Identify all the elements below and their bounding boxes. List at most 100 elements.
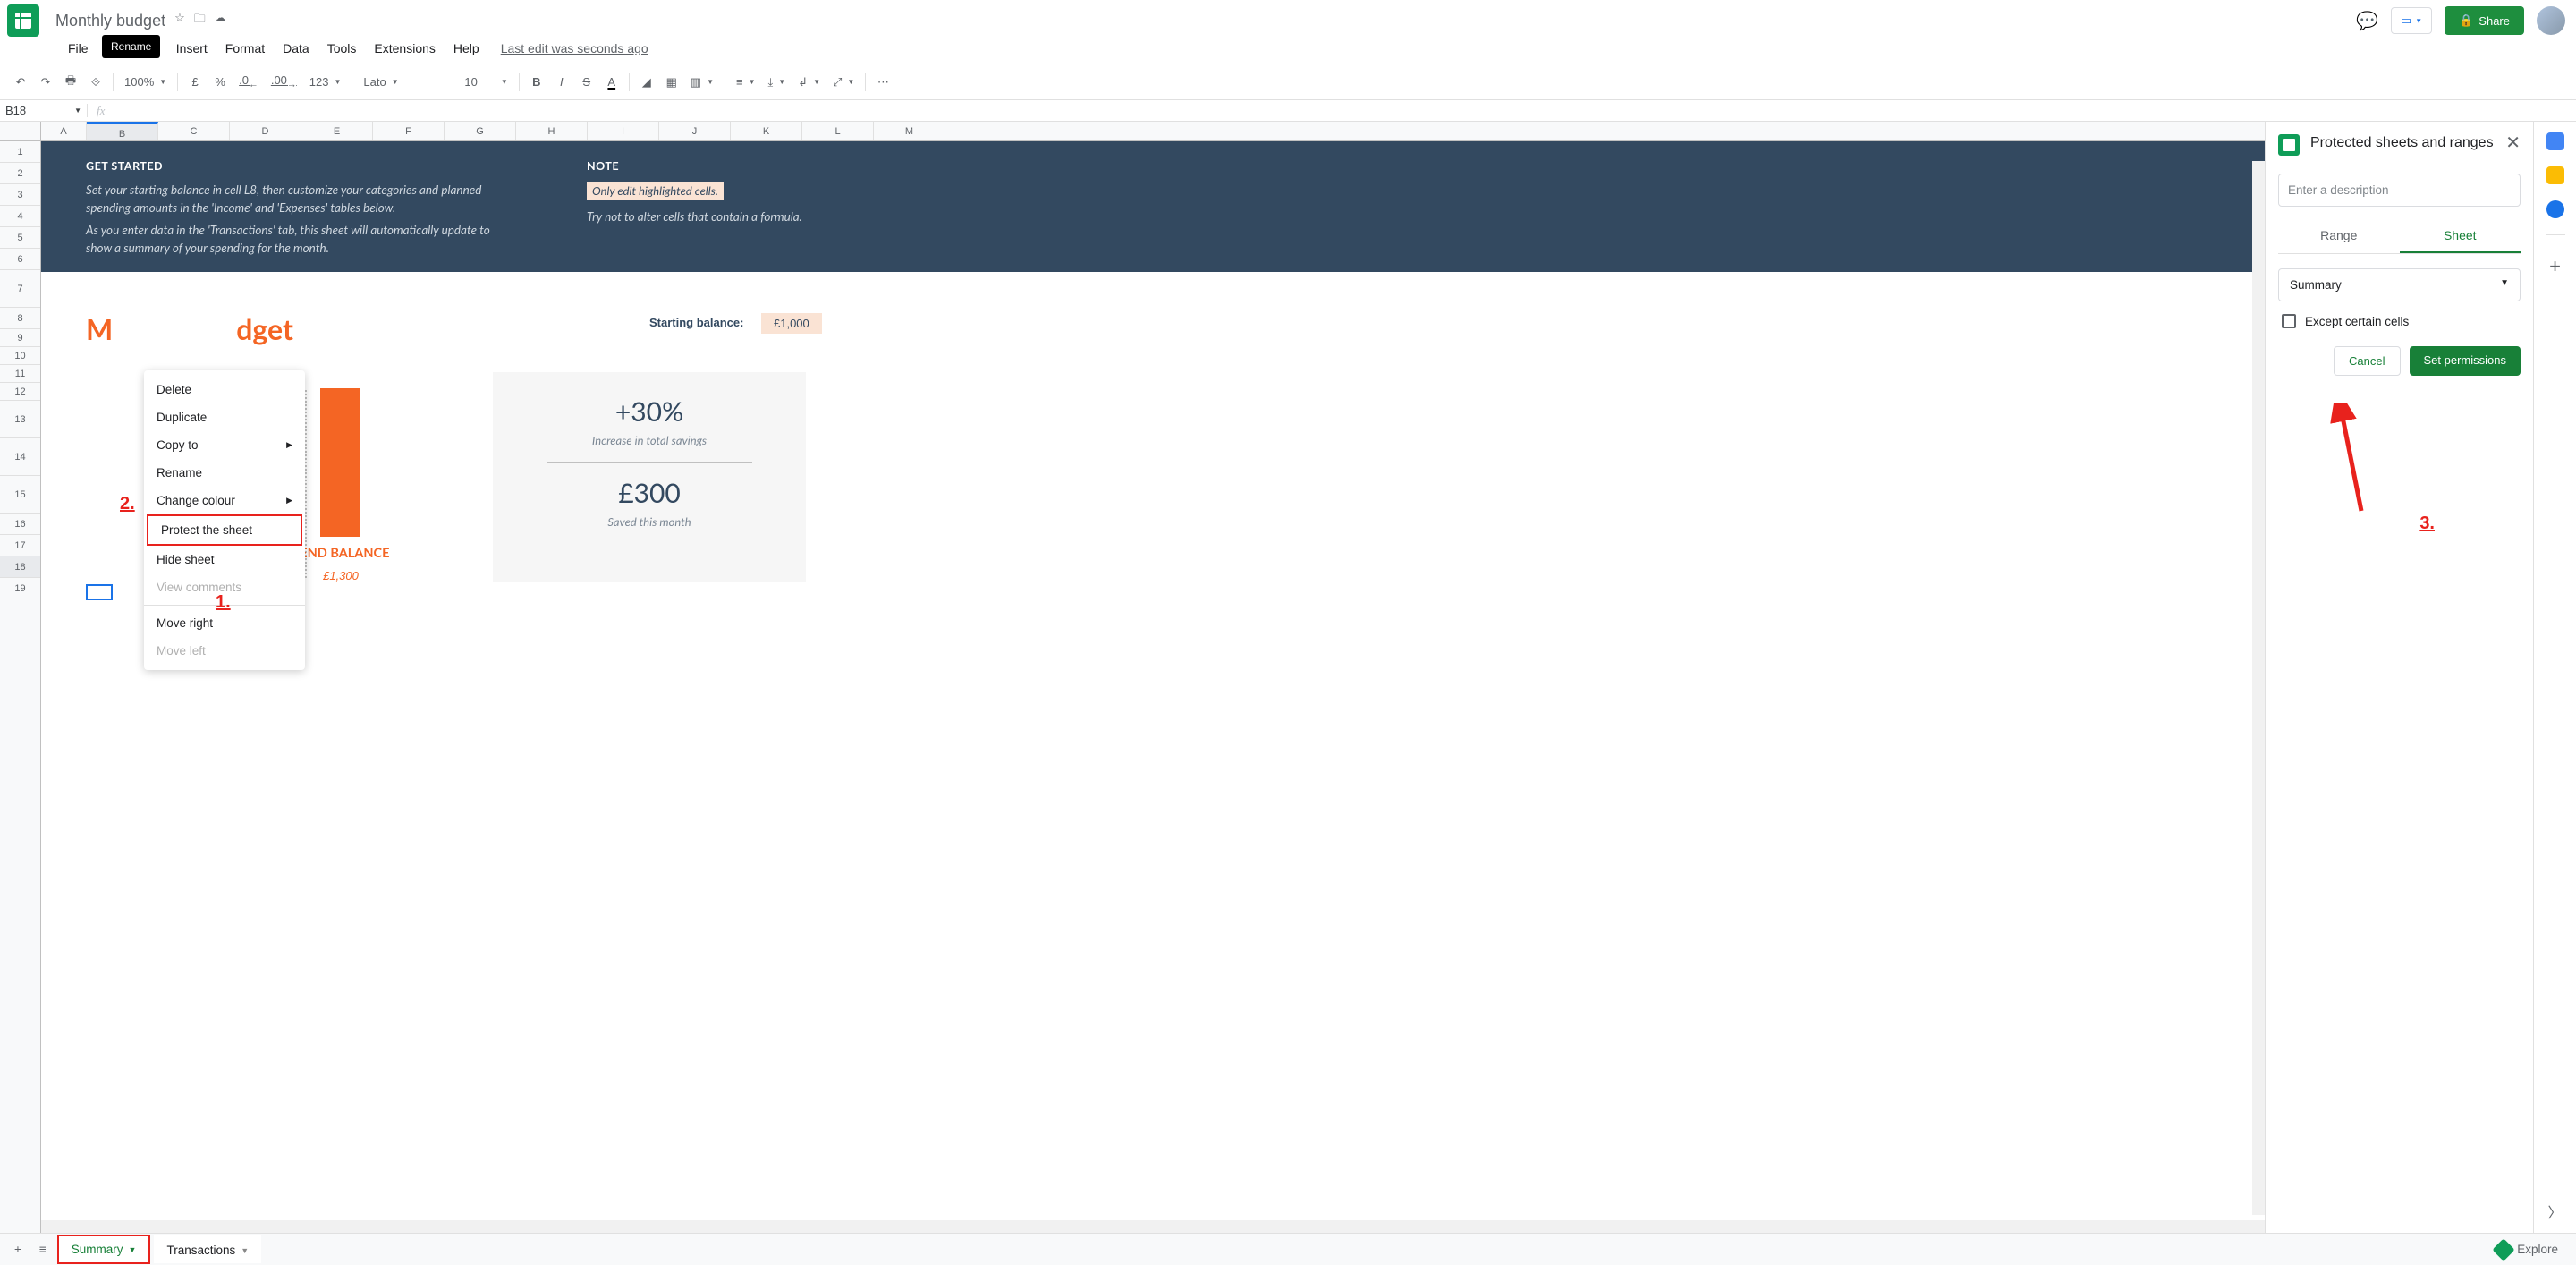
name-box[interactable]: B18▼ — [0, 104, 88, 117]
row-head[interactable]: 17 — [0, 535, 40, 556]
doc-title[interactable]: Monthly budget — [55, 12, 165, 30]
borders-icon[interactable]: ▦ — [660, 72, 683, 93]
undo-icon[interactable]: ↶ — [9, 72, 32, 93]
star-icon[interactable]: ☆ — [174, 11, 185, 30]
add-addon-icon[interactable]: + — [2549, 255, 2561, 278]
keep-icon[interactable] — [2546, 166, 2564, 184]
hide-panel-icon[interactable]: 〉 — [2547, 1201, 2562, 1222]
row-head[interactable]: 15 — [0, 476, 40, 514]
ctx-copy-to[interactable]: Copy to▶ — [144, 431, 305, 459]
row-head[interactable]: 12 — [0, 383, 40, 401]
row-head[interactable]: 16 — [0, 514, 40, 535]
move-icon[interactable]: 🗀 — [194, 11, 206, 30]
explore-button[interactable]: Explore — [2485, 1238, 2569, 1261]
row-head[interactable]: 3 — [0, 184, 40, 206]
col-head[interactable]: M — [874, 122, 945, 140]
menu-format[interactable]: Format — [218, 38, 272, 59]
menu-help[interactable]: Help — [446, 38, 487, 59]
col-head[interactable]: L — [802, 122, 874, 140]
italic-btn[interactable]: I — [550, 72, 573, 92]
row-head[interactable]: 5 — [0, 227, 40, 249]
menu-file[interactable]: File — [61, 38, 96, 59]
row-head[interactable]: 14 — [0, 438, 40, 476]
col-head[interactable]: K — [731, 122, 802, 140]
ctx-protect-sheet[interactable]: Protect the sheet — [147, 514, 302, 546]
cells-area[interactable]: GET STARTED Set your starting balance in… — [41, 141, 2265, 1233]
merge-select[interactable]: ▥▼ — [685, 73, 719, 91]
col-head[interactable]: E — [301, 122, 373, 140]
last-edit-text[interactable]: Last edit was seconds ago — [501, 41, 648, 55]
close-icon[interactable]: ✕ — [2505, 134, 2521, 152]
paint-format-icon[interactable]: ⟐ — [84, 72, 107, 93]
tab-range[interactable]: Range — [2278, 219, 2400, 253]
text-color-btn[interactable]: A — [600, 72, 623, 92]
sheet-select[interactable]: Summary ▼ — [2278, 268, 2521, 301]
row-head[interactable]: 7 — [0, 270, 40, 308]
select-all-corner[interactable] — [0, 122, 41, 140]
increase-decimal-btn[interactable]: .00→ — [266, 70, 302, 94]
col-head[interactable]: A — [41, 122, 87, 140]
all-sheets-icon[interactable]: ≡ — [32, 1239, 54, 1260]
col-head[interactable]: C — [158, 122, 230, 140]
font-size-select[interactable]: 10▼ — [459, 73, 513, 90]
col-head[interactable]: G — [445, 122, 516, 140]
row-head[interactable]: 19 — [0, 578, 40, 599]
decrease-decimal-btn[interactable]: .0← — [233, 70, 264, 94]
col-head[interactable]: J — [659, 122, 731, 140]
row-head[interactable]: 9 — [0, 329, 40, 347]
ctx-move-right[interactable]: Move right — [144, 609, 305, 637]
scrollbar-horizontal[interactable] — [41, 1220, 2265, 1233]
row-head[interactable]: 1 — [0, 141, 40, 163]
selected-cell[interactable] — [86, 584, 113, 600]
number-format-select[interactable]: 123▼ — [304, 73, 347, 90]
add-sheet-icon[interactable]: + — [7, 1239, 29, 1260]
rotate-select[interactable]: ⤢▼ — [827, 73, 860, 91]
user-avatar[interactable] — [2537, 6, 2565, 35]
row-head[interactable]: 13 — [0, 401, 40, 438]
bold-btn[interactable]: B — [525, 72, 548, 92]
col-head[interactable]: F — [373, 122, 445, 140]
row-head[interactable]: 11 — [0, 365, 40, 383]
row-head[interactable]: 4 — [0, 206, 40, 227]
more-tools-icon[interactable]: ⋯ — [871, 72, 894, 93]
col-head[interactable]: I — [588, 122, 659, 140]
sheet-tab-summary[interactable]: Summary ▼ — [57, 1235, 151, 1264]
fill-color-icon[interactable]: ◢ — [635, 72, 658, 93]
except-cells-checkbox[interactable]: Except certain cells — [2282, 314, 2517, 328]
col-head[interactable]: D — [230, 122, 301, 140]
ctx-delete[interactable]: Delete — [144, 376, 305, 403]
starting-balance-value[interactable]: £1,000 — [761, 313, 822, 334]
wrap-select[interactable]: ↲▼ — [792, 73, 826, 91]
col-head[interactable]: H — [516, 122, 588, 140]
col-head[interactable]: B — [87, 122, 158, 140]
spreadsheet[interactable]: A B C D E F G H I J K L M 1 2 3 4 5 6 7 … — [0, 122, 2265, 1233]
scrollbar-vertical[interactable] — [2252, 161, 2265, 1215]
comment-history-icon[interactable]: 💬 — [2356, 10, 2378, 32]
zoom-select[interactable]: 100%▼ — [119, 73, 172, 90]
menu-data[interactable]: Data — [275, 38, 317, 59]
v-align-select[interactable]: ⤓▼ — [763, 73, 792, 91]
sheets-logo[interactable] — [7, 4, 39, 37]
currency-btn[interactable]: £ — [183, 72, 207, 92]
font-select[interactable]: Lato▼ — [358, 73, 447, 90]
ctx-change-colour[interactable]: Change colour▶ — [144, 487, 305, 514]
set-permissions-button[interactable]: Set permissions — [2410, 346, 2521, 376]
print-icon[interactable]: 🖶 — [59, 69, 82, 96]
menu-tools[interactable]: Tools — [320, 38, 364, 59]
row-head[interactable]: 8 — [0, 308, 40, 329]
h-align-select[interactable]: ≡▼ — [731, 73, 761, 90]
menu-extensions[interactable]: Extensions — [367, 38, 442, 59]
redo-icon[interactable]: ↷ — [34, 72, 57, 93]
tab-sheet[interactable]: Sheet — [2400, 219, 2521, 253]
cloud-icon[interactable]: ☁ — [215, 11, 226, 30]
percent-btn[interactable]: % — [208, 72, 232, 92]
row-head[interactable]: 18 — [0, 556, 40, 578]
ctx-hide-sheet[interactable]: Hide sheet — [144, 546, 305, 573]
present-button[interactable]: ▭ ▼ — [2391, 7, 2432, 34]
tasks-icon[interactable] — [2546, 200, 2564, 218]
row-head[interactable]: 10 — [0, 347, 40, 365]
sheet-tab-transactions[interactable]: Transactions ▼ — [154, 1235, 261, 1263]
share-button[interactable]: 🔒 Share — [2445, 6, 2524, 35]
ctx-duplicate[interactable]: Duplicate — [144, 403, 305, 431]
row-head[interactable]: 6 — [0, 249, 40, 270]
